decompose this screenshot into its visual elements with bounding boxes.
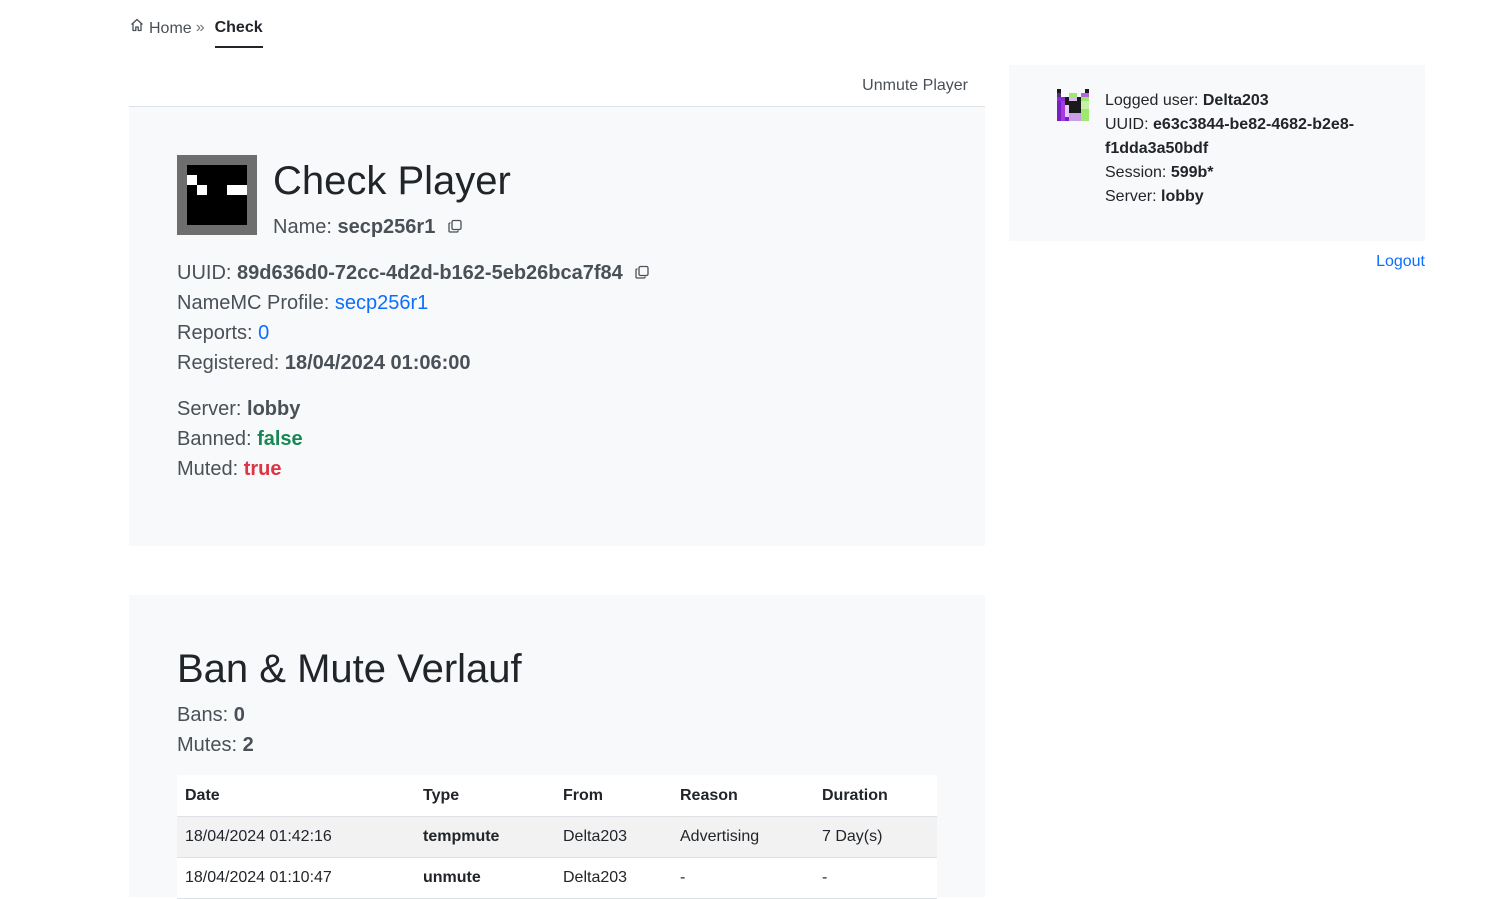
table-header-row: Date Type From Reason Duration bbox=[177, 775, 937, 817]
user-server-row: Server: lobby bbox=[1105, 185, 1395, 209]
mutes-row: Mutes: 2 bbox=[177, 730, 254, 760]
column-header-date: Date bbox=[177, 775, 415, 817]
user-server: lobby bbox=[1161, 188, 1204, 205]
muted-row: Muted: true bbox=[177, 454, 303, 484]
page-title: Check Player bbox=[273, 159, 511, 203]
logged-user-card: Logged user: Delta203 UUID: e63c3844-be8… bbox=[1009, 65, 1425, 241]
reports-link[interactable]: 0 bbox=[258, 322, 269, 344]
namemc-row: NameMC Profile: secp256r1 bbox=[177, 288, 650, 318]
user-server-label: Server: bbox=[1105, 188, 1157, 205]
cell-date: 18/04/2024 01:42:16 bbox=[177, 816, 415, 858]
reports-label: Reports: bbox=[177, 322, 253, 344]
user-info: Logged user: Delta203 UUID: e63c3844-be8… bbox=[1105, 89, 1395, 209]
mutes-label: Mutes: bbox=[177, 734, 238, 756]
cell-type: tempmute bbox=[415, 816, 555, 858]
uuid-row: UUID: 89d636d0-72cc-4d2d-b162-5eb26bca7f… bbox=[177, 258, 650, 288]
cell-type: unmute bbox=[415, 857, 555, 899]
mutes-count: 2 bbox=[242, 734, 254, 756]
reports-row: Reports: 0 bbox=[177, 318, 650, 348]
ban-mute-history-card: Ban & Mute Verlauf Bans: 0 Mutes: 2 Date… bbox=[129, 595, 985, 899]
muted-status: true bbox=[243, 458, 282, 480]
logged-user-name: Delta203 bbox=[1202, 92, 1269, 109]
player-avatar bbox=[177, 155, 257, 235]
banned-label: Banned: bbox=[177, 428, 252, 450]
registered-row: Registered: 18/04/2024 01:06:00 bbox=[177, 348, 650, 378]
user-uuid-label: UUID: bbox=[1105, 116, 1149, 133]
column-header-duration: Duration bbox=[814, 775, 937, 817]
user-uuid-row: UUID: e63c3844-be82-4682-b2e8-f1dda3a50b… bbox=[1105, 113, 1395, 161]
unmute-player-tab[interactable]: Unmute Player bbox=[862, 76, 968, 96]
breadcrumb-separator: » bbox=[195, 19, 205, 36]
copy-icon[interactable] bbox=[447, 216, 463, 240]
column-header-type: Type bbox=[415, 775, 555, 817]
cell-reason: Advertising bbox=[672, 816, 814, 858]
namemc-profile-link[interactable]: secp256r1 bbox=[335, 292, 428, 314]
house-icon bbox=[129, 17, 149, 40]
breadcrumb-home-link[interactable]: Home bbox=[129, 17, 192, 40]
player-status: Server: lobby Banned: false Muted: true bbox=[177, 394, 303, 484]
column-header-reason: Reason bbox=[672, 775, 814, 817]
name-label: Name: bbox=[273, 216, 332, 238]
cell-from: Delta203 bbox=[555, 816, 672, 858]
player-name: secp256r1 bbox=[337, 216, 436, 238]
registered-label: Registered: bbox=[177, 352, 280, 374]
cell-duration: - bbox=[814, 857, 937, 899]
cell-reason: - bbox=[672, 857, 814, 899]
cell-date: 18/04/2024 01:10:47 bbox=[177, 857, 415, 899]
muted-label: Muted: bbox=[177, 458, 239, 480]
server-row: Server: lobby bbox=[177, 394, 303, 424]
history-counts: Bans: 0 Mutes: 2 bbox=[177, 700, 254, 760]
player-uuid: 89d636d0-72cc-4d2d-b162-5eb26bca7f84 bbox=[237, 262, 623, 284]
session-row: Session: 599b* bbox=[1105, 161, 1395, 185]
action-tab-bar: Unmute Player bbox=[129, 66, 985, 107]
history-table: Date Type From Reason Duration 18/04/202… bbox=[177, 775, 937, 899]
table-row: 18/04/2024 01:10:47 unmute Delta203 - - bbox=[177, 857, 937, 899]
table-row: 18/04/2024 01:42:16 tempmute Delta203 Ad… bbox=[177, 816, 937, 858]
uuid-label: UUID: bbox=[177, 262, 232, 284]
player-server: lobby bbox=[247, 398, 301, 420]
logged-user-label: Logged user: bbox=[1105, 92, 1199, 109]
registered-date: 18/04/2024 01:06:00 bbox=[284, 352, 471, 374]
namemc-label: NameMC Profile: bbox=[177, 292, 330, 314]
copy-icon[interactable] bbox=[634, 259, 650, 289]
breadcrumb: Home » Check bbox=[129, 17, 263, 49]
breadcrumb-home-label: Home bbox=[149, 19, 192, 37]
session-id: 599b* bbox=[1170, 164, 1214, 181]
cell-duration: 7 Day(s) bbox=[814, 816, 937, 858]
history-title: Ban & Mute Verlauf bbox=[177, 647, 522, 691]
server-label: Server: bbox=[177, 398, 242, 420]
cell-from: Delta203 bbox=[555, 857, 672, 899]
bans-row: Bans: 0 bbox=[177, 700, 254, 730]
breadcrumb-current: Check bbox=[214, 17, 263, 48]
user-avatar bbox=[1057, 89, 1089, 121]
bans-count: 0 bbox=[233, 704, 245, 726]
session-label: Session: bbox=[1105, 164, 1167, 181]
player-details: UUID: 89d636d0-72cc-4d2d-b162-5eb26bca7f… bbox=[177, 258, 650, 378]
logout-link[interactable]: Logout bbox=[1376, 251, 1425, 273]
column-header-from: From bbox=[555, 775, 672, 817]
banned-status: false bbox=[257, 428, 303, 450]
bans-label: Bans: bbox=[177, 704, 229, 726]
player-name-line: Name: secp256r1 bbox=[273, 215, 463, 240]
banned-row: Banned: false bbox=[177, 424, 303, 454]
check-player-card: Check Player Name: secp256r1 UUID: 89d63… bbox=[129, 107, 985, 546]
logged-user-row: Logged user: Delta203 bbox=[1105, 89, 1395, 113]
